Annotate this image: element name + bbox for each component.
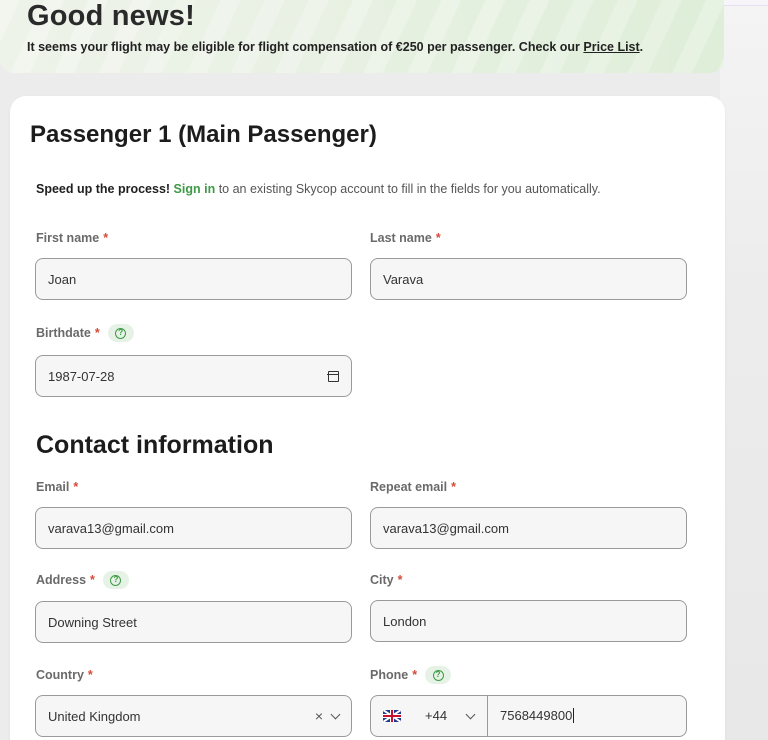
sign-in-link[interactable]: Sign in (174, 182, 216, 196)
country-value: United Kingdom (48, 708, 141, 724)
question-icon: ? (110, 574, 122, 586)
country-select[interactable]: United Kingdom × (35, 695, 352, 737)
address-label: Address * ? (36, 571, 129, 589)
phone-label-text: Phone (370, 668, 409, 682)
required-mark: * (451, 480, 456, 494)
last-name-label-text: Last name (370, 231, 432, 245)
last-name-input[interactable]: Varava (370, 258, 687, 300)
first-name-input[interactable]: Joan (35, 258, 352, 300)
last-name-value: Varava (383, 271, 424, 287)
passenger-heading: Passenger 1 (Main Passenger) (30, 121, 377, 148)
phone-number-value: 7568449800 (500, 708, 573, 723)
speedup-bold: Speed up the process! (36, 182, 171, 196)
required-mark: * (73, 480, 79, 494)
chevron-down-icon (465, 709, 476, 720)
repeat-email-value: varava13@gmail.com (383, 520, 509, 536)
signin-prompt: Speed up the process! Sign in to an exis… (36, 182, 601, 196)
chevron-down-icon[interactable] (330, 709, 341, 720)
birthdate-input[interactable]: 1987-07-28 (35, 355, 352, 397)
birthdate-label: Birthdate * ? (36, 324, 134, 342)
city-label-text: City (370, 573, 394, 587)
first-name-label-text: First name (36, 231, 100, 245)
phone-number-input[interactable]: 7568449800 (500, 708, 575, 723)
phone-country-code-select[interactable]: +44 (371, 696, 488, 736)
banner-text-suffix: . (639, 40, 644, 54)
address-label-text: Address (36, 573, 87, 587)
repeat-email-input[interactable]: varava13@gmail.com (370, 507, 687, 549)
price-list-link[interactable]: Price List (583, 40, 639, 54)
email-input[interactable]: varava13@gmail.com (35, 507, 352, 549)
city-label: City * (370, 573, 403, 587)
birthdate-help-icon[interactable]: ? (107, 324, 134, 342)
speedup-rest: to an existing Skycop account to fill in… (215, 182, 601, 196)
eligibility-banner: Good news! It seems your flight may be e… (0, 0, 724, 73)
contact-heading: Contact information (36, 431, 274, 459)
birthdate-label-text: Birthdate (36, 326, 91, 340)
question-icon: ? (115, 327, 127, 339)
question-icon: ? (432, 669, 444, 681)
banner-title: Good news! (27, 0, 195, 32)
required-mark: * (103, 231, 109, 245)
banner-text: It seems your flight may be eligible for… (27, 40, 643, 54)
clear-icon[interactable]: × (315, 708, 323, 724)
calendar-icon[interactable] (327, 371, 339, 382)
email-label: Email * (36, 480, 78, 494)
phone-field: +44 7568449800 (370, 695, 687, 737)
address-input[interactable]: Downing Street (35, 601, 352, 643)
phone-help-icon[interactable]: ? (425, 666, 452, 684)
required-mark: * (435, 231, 441, 245)
repeat-email-label-text: Repeat email (370, 480, 448, 494)
email-value: varava13@gmail.com (48, 520, 174, 536)
repeat-email-label: Repeat email * (370, 480, 456, 494)
last-name-label: Last name * (370, 231, 441, 245)
dial-code: +44 (425, 708, 448, 723)
required-mark: * (94, 326, 100, 340)
required-mark: * (397, 573, 403, 587)
birthdate-value: 1987-07-28 (48, 368, 115, 384)
required-mark: * (412, 668, 418, 682)
phone-label: Phone * ? (370, 666, 452, 684)
banner-text-prefix: It seems your flight may be eligible for… (27, 40, 584, 54)
city-value: London (383, 613, 427, 629)
country-label-text: Country (36, 668, 84, 682)
address-value: Downing Street (48, 614, 137, 630)
uk-flag-icon (383, 710, 401, 722)
first-name-value: Joan (48, 271, 77, 287)
required-mark: * (87, 668, 93, 682)
country-label: Country * (36, 668, 93, 682)
page-background (720, 0, 768, 740)
first-name-label: First name * (36, 231, 108, 245)
required-mark: * (90, 573, 95, 587)
city-input[interactable]: London (370, 600, 687, 642)
text-cursor (573, 708, 575, 723)
email-label-text: Email (36, 480, 70, 494)
address-help-icon[interactable]: ? (102, 571, 129, 589)
